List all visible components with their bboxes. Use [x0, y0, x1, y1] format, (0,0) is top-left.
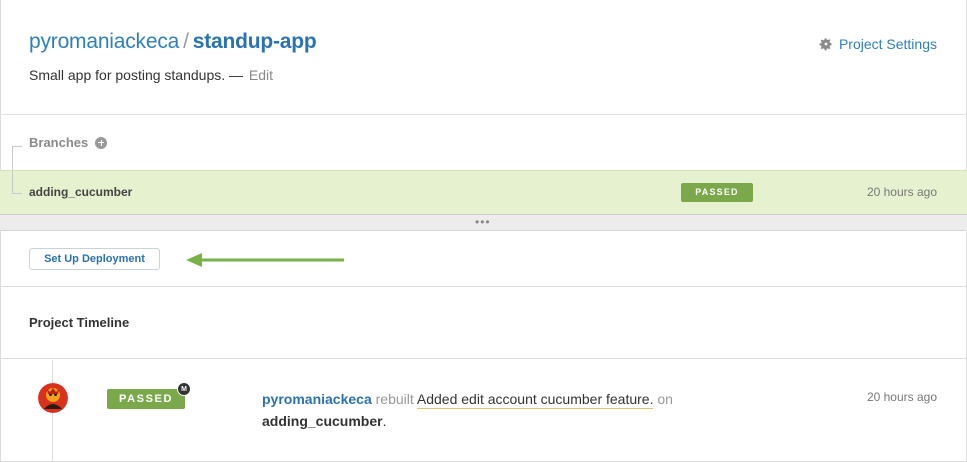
- avatar[interactable]: [38, 383, 68, 413]
- arrow-left-icon: [186, 253, 344, 267]
- project-settings-label: Project Settings: [838, 36, 937, 52]
- branches-section: Branches: [0, 116, 967, 196]
- branch-tree-connector: [12, 146, 22, 147]
- project-header: pyromaniackeca / standup-app Small app for…: [0, 0, 967, 115]
- user-avatar-icon: [38, 383, 68, 413]
- user-link[interactable]: pyromaniackeca: [262, 391, 372, 407]
- timeline-entry: PASSED M pyromaniackeca rebuilt Added ed…: [0, 360, 967, 462]
- ellipsis-icon: •••: [475, 215, 491, 229]
- plus-circle-icon[interactable]: [95, 136, 108, 149]
- timeline-timestamp: 20 hours ago: [866, 390, 937, 404]
- title-separator: /: [183, 30, 189, 53]
- branch-tree-connector: [12, 193, 22, 194]
- gear-icon: [819, 38, 832, 51]
- commit-message-link[interactable]: Added edit account cucumber feature.: [416, 391, 654, 409]
- timeline-summary: pyromaniackeca rebuilt Added edit accoun…: [262, 391, 673, 409]
- manual-badge: M: [177, 382, 191, 396]
- set-up-deployment-button[interactable]: Set Up Deployment: [29, 248, 160, 270]
- action-text: rebuilt: [375, 391, 414, 407]
- repo-owner-link[interactable]: pyromaniackeca: [29, 30, 179, 53]
- status-badge[interactable]: PASSED: [107, 389, 185, 409]
- project-settings-link[interactable]: Project Settings: [819, 36, 937, 52]
- status-badge[interactable]: PASSED: [681, 183, 753, 202]
- preposition-text: on: [657, 391, 673, 407]
- branch-name-link[interactable]: adding_cucumber: [29, 185, 132, 199]
- resize-handle[interactable]: •••: [0, 215, 967, 231]
- timeline-title: Project Timeline: [29, 315, 130, 330]
- branch-row[interactable]: adding_cucumber PASSED 20 hours ago: [0, 170, 967, 215]
- branch-tree-line: [12, 171, 13, 194]
- branches-label: Branches: [29, 135, 89, 150]
- project-description: Small app for posting standups. — Edit: [29, 67, 273, 83]
- edit-description-link[interactable]: Edit: [249, 67, 273, 83]
- branch-link[interactable]: adding_cucumber: [262, 413, 383, 429]
- branch-timestamp: 20 hours ago: [866, 185, 937, 199]
- page-title: pyromaniackeca / standup-app: [29, 30, 317, 54]
- timeline-branch: adding_cucumber.: [262, 413, 386, 429]
- branch-suffix: .: [382, 413, 387, 429]
- branches-heading: Branches: [29, 135, 108, 150]
- repo-name-link[interactable]: standup-app: [193, 30, 317, 53]
- timeline-header: Project Timeline: [0, 287, 967, 359]
- deployment-section: Set Up Deployment: [0, 231, 967, 287]
- description-text: Small app for posting standups. —: [29, 67, 244, 83]
